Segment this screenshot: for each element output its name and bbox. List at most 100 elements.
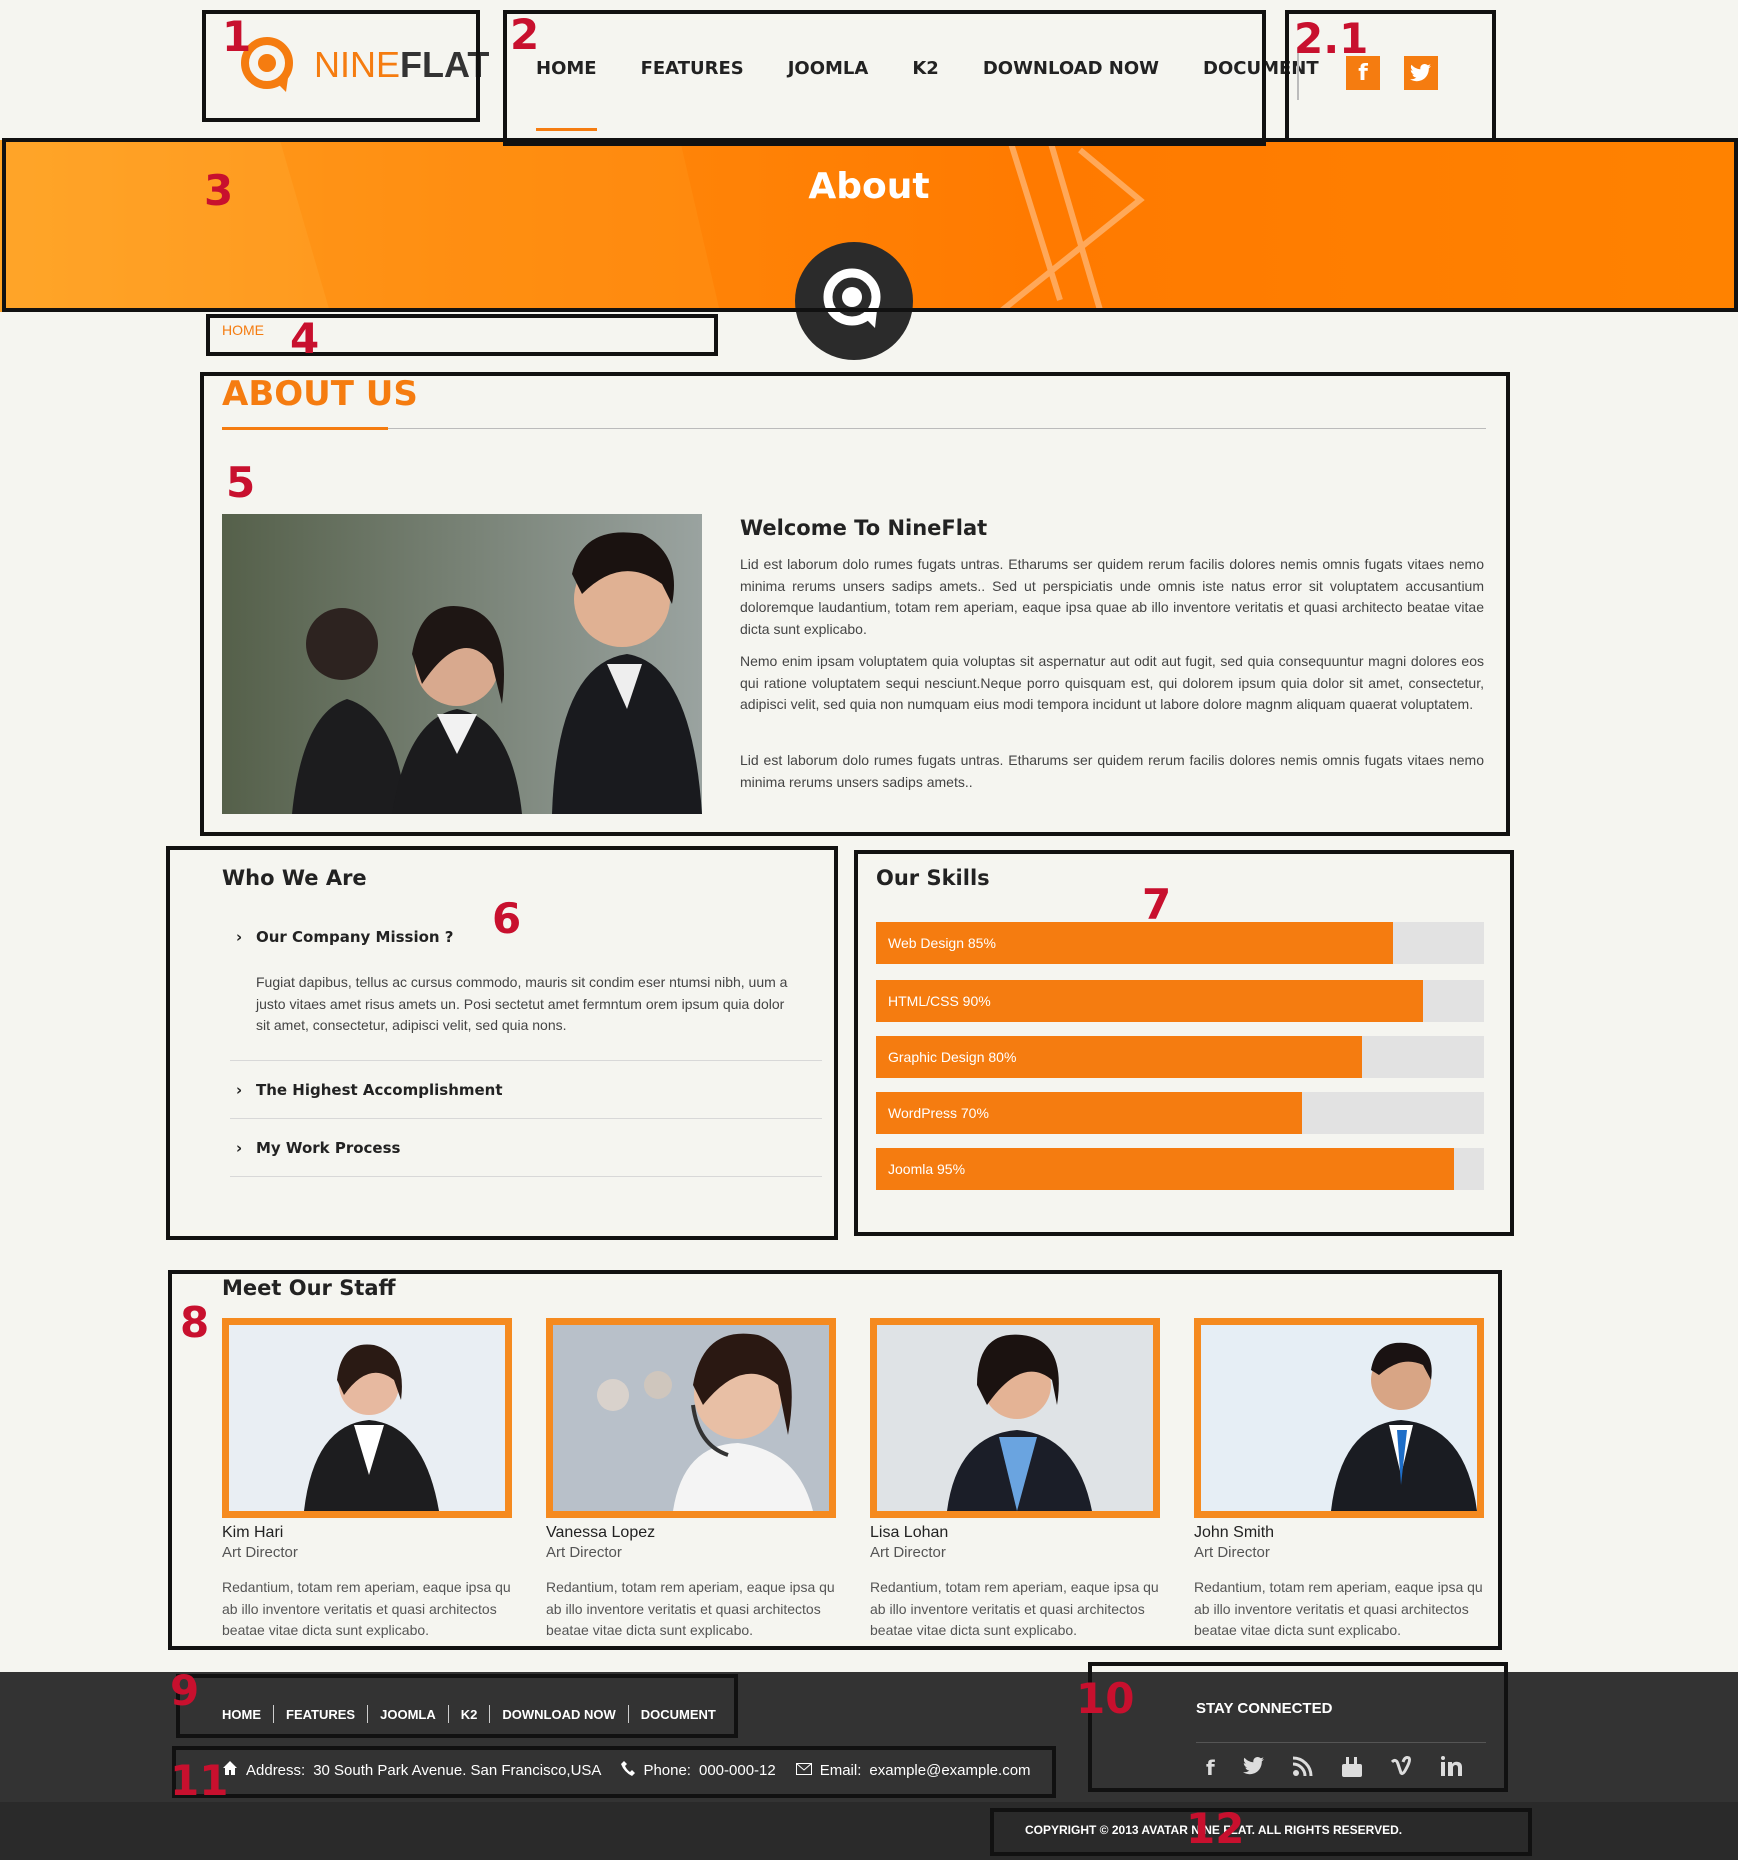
nav-k2[interactable]: K2 — [912, 58, 938, 79]
chevron-right-icon: › — [236, 1139, 243, 1157]
accordion-content: Fugiat dapibus, tellus ac cursus commodo… — [256, 974, 788, 1033]
footer-nav: HOME FEATURES JOOMLA K2 DOWNLOAD NOW DOC… — [222, 1705, 716, 1723]
divider — [230, 1176, 822, 1177]
staff-photo — [870, 1318, 1160, 1518]
annotation-number: 3 — [204, 166, 234, 215]
annotation-number: 2 — [510, 10, 540, 59]
twitter-icon[interactable] — [1242, 1756, 1265, 1783]
staff-photo — [546, 1318, 836, 1518]
site-logo[interactable]: NINEFLAT — [234, 30, 489, 100]
skill-bar-fill: Joomla 95% — [876, 1148, 1454, 1190]
skill-bar-fill: Graphic Design 80% — [876, 1036, 1363, 1078]
meet-our-staff-heading: Meet Our Staff — [222, 1276, 396, 1300]
skill-bar-fill: HTML/CSS 90% — [876, 980, 1424, 1022]
separator — [489, 1705, 491, 1723]
phone-value: 000-000-12 — [698, 1761, 776, 1779]
footer-nav-k2[interactable]: K2 — [461, 1707, 478, 1722]
about-paragraph-1: Lid est laborum dolo rumes fugats untras… — [740, 556, 1484, 637]
annotation-number: 11 — [170, 1756, 229, 1805]
annotation-number: 2.1 — [1294, 14, 1369, 63]
vimeo-icon[interactable] — [1390, 1756, 1413, 1783]
email-label: Email: — [819, 1761, 862, 1779]
annotation-number: 7 — [1142, 880, 1172, 929]
youtube-icon[interactable] — [1341, 1756, 1363, 1783]
accordion-item-accomplishment[interactable]: › The Highest Accomplishment — [236, 1081, 822, 1099]
nav-home[interactable]: HOME — [536, 58, 597, 131]
email-value[interactable]: example@example.com — [869, 1762, 1030, 1779]
skill-bar: Joomla 95% — [876, 1148, 1484, 1190]
footer-nav-download-now[interactable]: DOWNLOAD NOW — [502, 1707, 615, 1722]
divider — [1196, 1742, 1486, 1743]
annotation-number: 6 — [492, 894, 522, 943]
our-skills-heading: Our Skills — [876, 866, 990, 890]
annotation-number: 10 — [1076, 1674, 1135, 1723]
staff-photo — [1194, 1318, 1484, 1518]
nav-joomla[interactable]: JOOMLA — [788, 58, 869, 79]
footer-social: f — [1206, 1756, 1463, 1783]
footer-nav-joomla[interactable]: JOOMLA — [380, 1707, 436, 1722]
twitter-icon[interactable] — [1404, 56, 1438, 90]
staff-photo — [222, 1318, 512, 1518]
skill-bar: Graphic Design 80% — [876, 1036, 1484, 1078]
footer-bottom-bar — [0, 1802, 1738, 1860]
about-paragraph-3: Lid est laborum dolo rumes fugats untras… — [740, 752, 1484, 790]
contact-info: Address: 30 South Park Avenue. San Franc… — [222, 1760, 1031, 1780]
divider — [230, 1060, 822, 1061]
linkedin-icon[interactable] — [1440, 1756, 1463, 1783]
banner-logo-badge — [795, 242, 913, 360]
accordion-item-mission[interactable]: › Our Company Mission ? — [236, 928, 822, 946]
annotation-number: 5 — [226, 458, 256, 507]
rss-icon[interactable] — [1292, 1756, 1313, 1783]
logo-text: NINEFLAT — [314, 44, 490, 85]
annotation-number: 4 — [290, 314, 320, 363]
footer-nav-home[interactable]: HOME — [222, 1707, 261, 1722]
breadcrumb[interactable]: HOME — [222, 322, 264, 338]
staff-description: Redantium, totam rem aperiam, eaque ipsa… — [870, 1579, 1159, 1638]
nav-features[interactable]: FEATURES — [641, 58, 744, 79]
staff-role: Art Director — [222, 1544, 298, 1561]
accordion-item-work-process[interactable]: › My Work Process — [236, 1139, 822, 1157]
footer-nav-document[interactable]: DOCUMENT — [641, 1707, 716, 1722]
divider — [230, 1118, 822, 1119]
skill-bar-fill: Web Design 85% — [876, 922, 1393, 964]
title-underline — [222, 427, 388, 430]
annotation-number: 1 — [222, 12, 252, 61]
about-paragraph-2: Nemo enim ipsam voluptatem quia voluptas… — [740, 653, 1484, 712]
separator — [627, 1705, 629, 1723]
facebook-icon[interactable]: f — [1206, 1756, 1215, 1783]
staff-name: Kim Hari — [222, 1524, 284, 1541]
phone-icon — [621, 1760, 636, 1780]
skill-bar: HTML/CSS 90% — [876, 980, 1484, 1022]
welcome-heading: Welcome To NineFlat — [740, 516, 988, 540]
page-title: ABOUT US — [222, 374, 418, 414]
main-nav: HOME FEATURES JOOMLA K2 DOWNLOAD NOW DOC… — [536, 58, 1363, 131]
annotation-box-4 — [206, 314, 718, 356]
address-label: Address: — [246, 1761, 306, 1779]
staff-description: Redantium, totam rem aperiam, eaque ipsa… — [546, 1579, 835, 1638]
logo-icon — [823, 268, 881, 328]
who-we-are-heading: Who We Are — [222, 866, 367, 890]
annotation-number: 8 — [180, 1298, 210, 1347]
divider — [222, 428, 1486, 429]
skill-bar: Web Design 85% — [876, 922, 1484, 964]
email-icon — [795, 1762, 812, 1779]
staff-name: Lisa Lohan — [870, 1524, 949, 1541]
staff-role: Art Director — [1194, 1544, 1270, 1561]
chevron-right-icon: › — [236, 1081, 243, 1099]
about-team-photo — [222, 514, 702, 814]
phone-label: Phone: — [643, 1761, 691, 1779]
staff-description: Redantium, totam rem aperiam, eaque ipsa… — [222, 1579, 511, 1638]
separator — [273, 1705, 274, 1723]
separator — [447, 1705, 449, 1723]
skill-bar-fill: WordPress 70% — [876, 1092, 1302, 1134]
staff-role: Art Director — [870, 1544, 946, 1561]
skill-bar: WordPress 70% — [876, 1092, 1484, 1134]
staff-name: Vanessa Lopez — [546, 1524, 656, 1541]
chevron-right-icon: › — [236, 928, 243, 946]
nav-download-now[interactable]: DOWNLOAD NOW — [983, 58, 1159, 79]
separator — [367, 1705, 369, 1723]
stay-connected-heading: STAY CONNECTED — [1196, 1700, 1333, 1717]
annotation-number: 9 — [170, 1666, 200, 1715]
footer-nav-features[interactable]: FEATURES — [286, 1707, 355, 1722]
banner-title: About — [808, 166, 930, 207]
